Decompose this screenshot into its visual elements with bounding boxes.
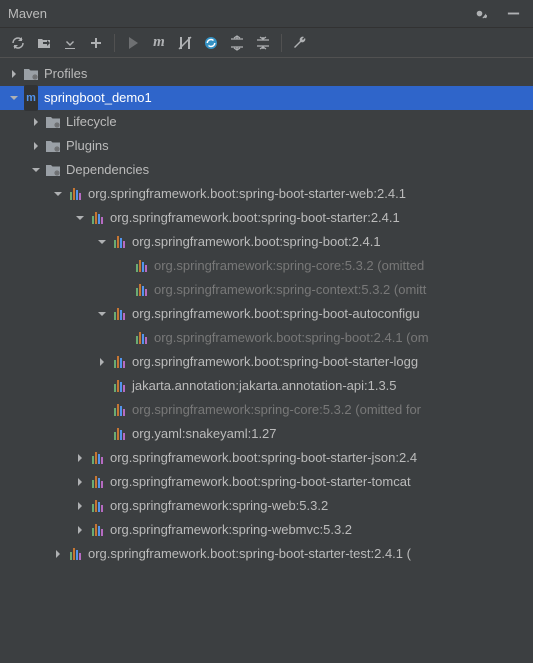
library-icon <box>88 497 106 515</box>
dep-node[interactable]: org.springframework.boot:spring-boot-sta… <box>0 446 533 470</box>
library-icon <box>132 257 150 275</box>
dep-node[interactable]: org.springframework:spring-webmvc:5.3.2 <box>0 518 533 542</box>
tree-item-label: org.springframework:spring-web:5.3.2 <box>110 494 328 518</box>
tree-item-label: Plugins <box>66 134 109 158</box>
window-controls <box>467 2 525 26</box>
add-icon[interactable] <box>84 31 108 55</box>
tree-item-label: Lifecycle <box>66 110 117 134</box>
dep-node[interactable]: org.springframework.boot:spring-boot-aut… <box>0 302 533 326</box>
dep-node[interactable]: org.springframework.boot:spring-boot:2.4… <box>0 326 533 350</box>
chevron-down-icon[interactable] <box>72 210 88 226</box>
dep-node[interactable]: org.yaml:snakeyaml:1.27 <box>0 422 533 446</box>
folder-icon <box>44 113 62 131</box>
library-icon <box>110 425 128 443</box>
library-icon <box>66 185 84 203</box>
link-folder-icon[interactable] <box>32 31 56 55</box>
chevron-right-icon[interactable] <box>50 546 66 562</box>
dep-node[interactable]: org.springframework:spring-core:5.3.2 (o… <box>0 254 533 278</box>
tree-item-label: org.yaml:snakeyaml:1.27 <box>132 422 277 446</box>
titlebar: Maven <box>0 0 533 28</box>
separator <box>114 34 115 52</box>
library-icon <box>110 233 128 251</box>
library-icon <box>88 449 106 467</box>
separator <box>281 34 282 52</box>
profiles-node[interactable]: Profiles <box>0 62 533 86</box>
dep-node[interactable]: org.springframework.boot:spring-boot-sta… <box>0 542 533 566</box>
tree-item-label: org.springframework.boot:spring-boot:2.4… <box>154 326 429 350</box>
folder-icon <box>44 137 62 155</box>
dep-node[interactable]: jakarta.annotation:jakarta.annotation-ap… <box>0 374 533 398</box>
chevron-down-icon[interactable] <box>28 162 44 178</box>
library-icon <box>88 473 106 491</box>
tree-item-label: org.springframework.boot:spring-boot-sta… <box>88 542 411 566</box>
chevron-right-icon[interactable] <box>72 450 88 466</box>
dep-node[interactable]: org.springframework.boot:spring-boot-sta… <box>0 206 533 230</box>
chevron-right-icon[interactable] <box>28 114 44 130</box>
maven-icon: m <box>22 89 40 107</box>
plugins-node[interactable]: Plugins <box>0 134 533 158</box>
library-icon <box>66 545 84 563</box>
dep-node[interactable]: org.springframework:spring-core:5.3.2 (o… <box>0 398 533 422</box>
library-icon <box>110 305 128 323</box>
dep-node[interactable]: org.springframework:spring-context:5.3.2… <box>0 278 533 302</box>
download-icon[interactable] <box>58 31 82 55</box>
gear-icon[interactable] <box>467 2 491 26</box>
chevron-down-icon[interactable] <box>6 90 22 106</box>
run-icon[interactable] <box>121 31 145 55</box>
expand-icon[interactable] <box>225 31 249 55</box>
update-icon[interactable] <box>199 31 223 55</box>
tree-item-label: org.springframework:spring-context:5.3.2… <box>154 278 426 302</box>
chevron-right-icon[interactable] <box>72 498 88 514</box>
tree-item-label: org.springframework.boot:spring-boot-sta… <box>88 182 406 206</box>
dep-node[interactable]: org.springframework.boot:spring-boot-sta… <box>0 470 533 494</box>
minimize-icon[interactable] <box>501 2 525 26</box>
library-icon <box>132 329 150 347</box>
tree-item-label: jakarta.annotation:jakarta.annotation-ap… <box>132 374 397 398</box>
collapse-icon[interactable] <box>251 31 275 55</box>
chevron-right-icon[interactable] <box>94 354 110 370</box>
chevron-right-icon[interactable] <box>72 522 88 538</box>
library-icon <box>132 281 150 299</box>
tree-item-label: Profiles <box>44 62 87 86</box>
dependency-tree[interactable]: Profilesmspringboot_demo1LifecyclePlugin… <box>0 58 533 570</box>
tree-item-label: org.springframework.boot:spring-boot-sta… <box>110 446 417 470</box>
maven-m-icon[interactable]: m <box>147 31 171 55</box>
tree-item-label: springboot_demo1 <box>44 86 152 110</box>
chevron-down-icon[interactable] <box>50 186 66 202</box>
lifecycle-node[interactable]: Lifecycle <box>0 110 533 134</box>
dep-node[interactable]: org.springframework.boot:spring-boot-sta… <box>0 182 533 206</box>
dep-node[interactable]: org.springframework.boot:spring-boot-sta… <box>0 350 533 374</box>
library-icon <box>110 377 128 395</box>
tree-item-label: org.springframework:spring-core:5.3.2 (o… <box>154 254 424 278</box>
dep-node[interactable]: org.springframework.boot:spring-boot:2.4… <box>0 230 533 254</box>
dep-node[interactable]: org.springframework:spring-web:5.3.2 <box>0 494 533 518</box>
tree-item-label: org.springframework.boot:spring-boot-sta… <box>132 350 418 374</box>
project-node[interactable]: mspringboot_demo1 <box>0 86 533 110</box>
tree-item-label: Dependencies <box>66 158 149 182</box>
wrench-icon[interactable] <box>288 31 312 55</box>
tree-item-label: org.springframework.boot:spring-boot-sta… <box>110 206 400 230</box>
tree-item-label: org.springframework.boot:spring-boot-sta… <box>110 470 411 494</box>
refresh-icon[interactable] <box>6 31 30 55</box>
chevron-right-icon[interactable] <box>6 66 22 82</box>
tree-item-label: org.springframework:spring-webmvc:5.3.2 <box>110 518 352 542</box>
chevron-down-icon[interactable] <box>94 234 110 250</box>
dependencies-node[interactable]: Dependencies <box>0 158 533 182</box>
folder-icon <box>44 161 62 179</box>
library-icon <box>110 401 128 419</box>
library-icon <box>110 353 128 371</box>
library-icon <box>88 209 106 227</box>
tree-item-label: org.springframework.boot:spring-boot-aut… <box>132 302 420 326</box>
chevron-down-icon[interactable] <box>94 306 110 322</box>
folder-icon <box>22 65 40 83</box>
library-icon <box>88 521 106 539</box>
tree-item-label: org.springframework:spring-core:5.3.2 (o… <box>132 398 421 422</box>
toolbar: m <box>0 28 533 58</box>
panel-title: Maven <box>8 6 467 21</box>
tree-item-label: org.springframework.boot:spring-boot:2.4… <box>132 230 381 254</box>
skip-tests-icon[interactable] <box>173 31 197 55</box>
chevron-right-icon[interactable] <box>28 138 44 154</box>
chevron-right-icon[interactable] <box>72 474 88 490</box>
